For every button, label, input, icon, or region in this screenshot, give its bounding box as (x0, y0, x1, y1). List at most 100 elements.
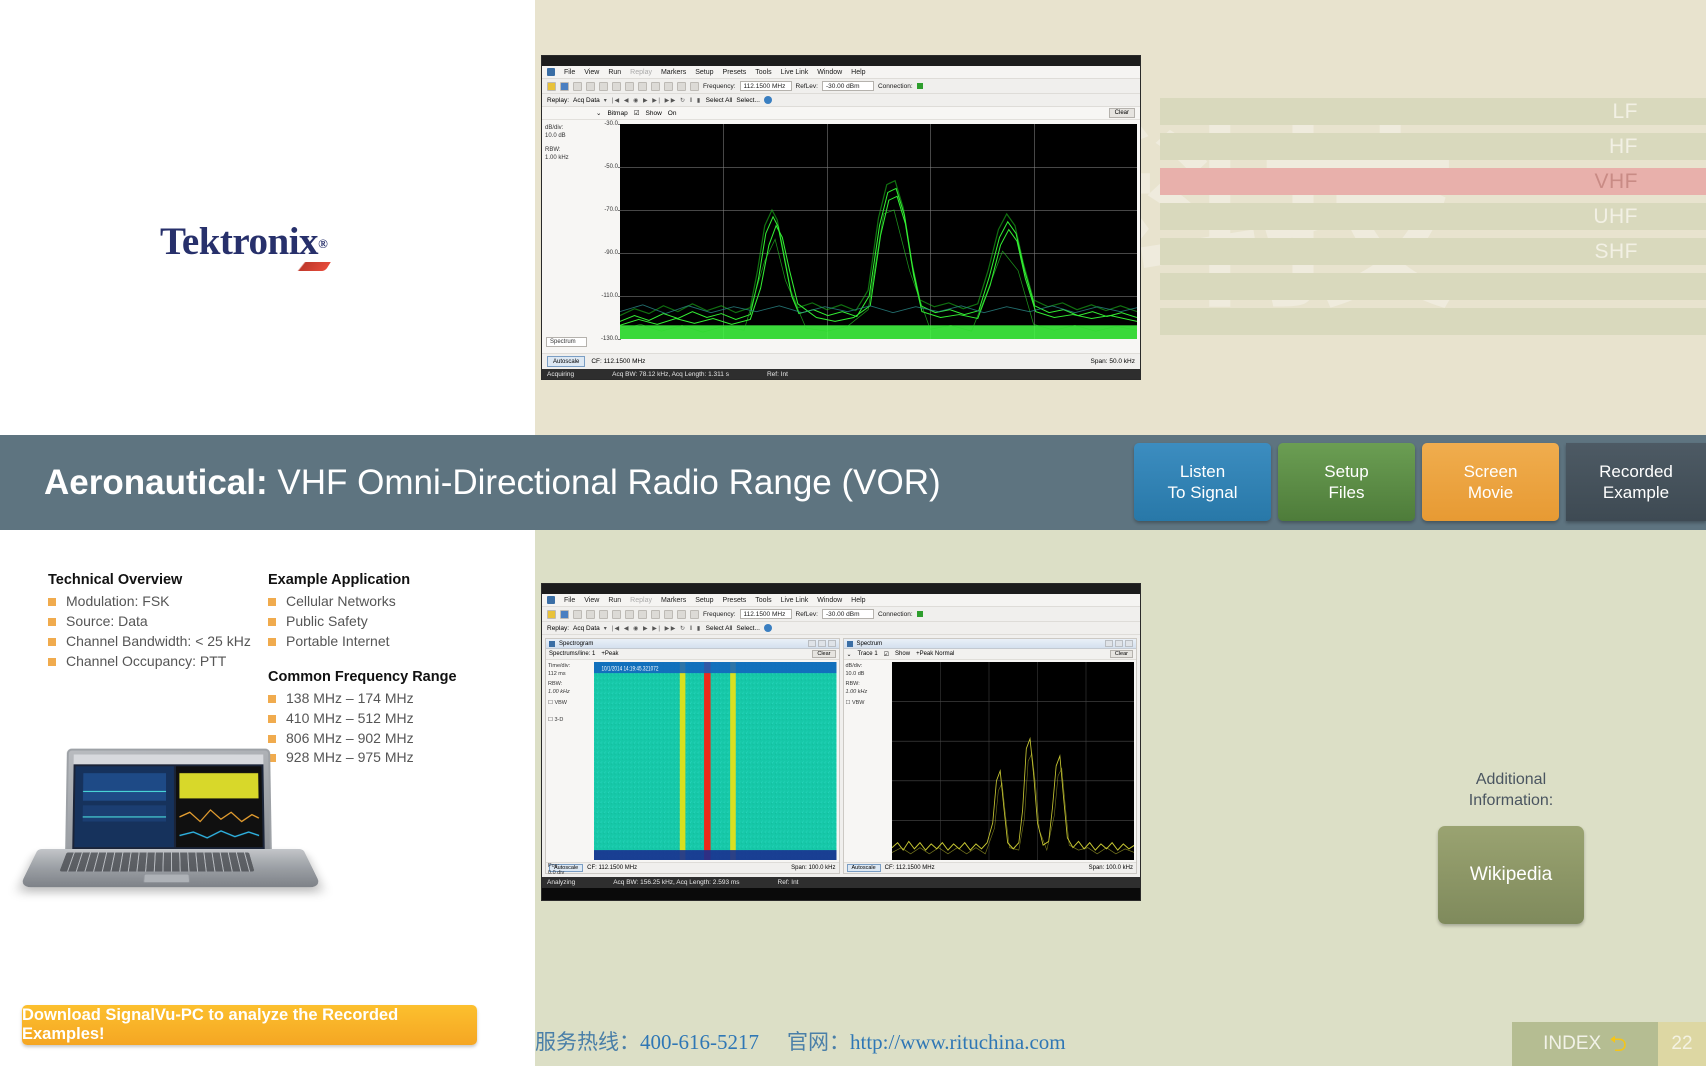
window-controls[interactable] (1105, 640, 1133, 647)
chevron-down-icon[interactable]: ⌄ (847, 651, 852, 658)
settings-gear-icon[interactable] (625, 610, 634, 619)
menu-live-link[interactable]: Live Link (781, 69, 809, 76)
menu-window[interactable]: Window (817, 69, 842, 76)
undo-icon[interactable] (573, 82, 582, 91)
three-d-checkbox[interactable]: ☐ 3-D (548, 717, 590, 725)
open-folder-icon[interactable] (547, 82, 556, 91)
config-icon[interactable] (690, 610, 699, 619)
marker-icon[interactable] (651, 82, 660, 91)
menu-run[interactable]: Run (608, 597, 621, 604)
replay-source[interactable]: Acq Data (573, 97, 600, 104)
clear-button[interactable]: Clear (812, 650, 835, 658)
setup-files-button[interactable]: Setup Files (1278, 443, 1415, 521)
clear-button[interactable]: Clear (1109, 108, 1135, 118)
frequency-field[interactable]: 112.1500 MHz (740, 609, 792, 619)
menu-help[interactable]: Help (851, 597, 865, 604)
band-row-uhf[interactable]: UHF (1160, 203, 1706, 230)
reflev-field[interactable]: -30.00 dBm (822, 609, 874, 619)
menu-replay[interactable]: Replay (630, 597, 652, 604)
vbw-checkbox[interactable]: ☐ VBW (548, 700, 590, 708)
reflev-field[interactable]: -30.00 dBm (822, 81, 874, 91)
link-icon[interactable] (612, 610, 621, 619)
listen-to-signal-button[interactable]: Listen To Signal (1134, 443, 1271, 521)
zoom-icon[interactable] (677, 610, 686, 619)
menu-view[interactable]: View (584, 597, 599, 604)
band-row-vhf[interactable]: VHF (1160, 168, 1706, 195)
frequency-field[interactable]: 112.1500 MHz (740, 81, 792, 91)
trigger-icon[interactable] (638, 610, 647, 619)
open-folder-icon[interactable] (547, 610, 556, 619)
menu-setup[interactable]: Setup (695, 597, 713, 604)
menu-run[interactable]: Run (608, 69, 621, 76)
menu-tools[interactable]: Tools (755, 69, 771, 76)
menu-setup[interactable]: Setup (695, 69, 713, 76)
select-all-button[interactable]: Select All (706, 97, 733, 104)
rbw-value[interactable]: 1.00 kHz (545, 154, 591, 162)
autoscale-button[interactable]: Autoscale (547, 356, 585, 367)
marker-icon[interactable] (651, 610, 660, 619)
menu-markers[interactable]: Markers (661, 597, 686, 604)
website-value[interactable]: http://www.rituchina.com (850, 1030, 1066, 1054)
save-icon[interactable] (560, 610, 569, 619)
peak-icon[interactable] (664, 610, 673, 619)
menu-presets[interactable]: Presets (723, 69, 747, 76)
menu-file[interactable]: File (564, 69, 575, 76)
info-icon[interactable] (764, 96, 772, 104)
spectrogram-canvas[interactable]: 10/1/2014 14:19:45.321072 (594, 662, 837, 860)
select-more-button[interactable]: Select... (736, 625, 759, 632)
screen-movie-button[interactable]: Screen Movie (1422, 443, 1559, 521)
band-row-lf[interactable]: LF (1160, 98, 1706, 125)
select-all-button[interactable]: Select All (706, 625, 733, 632)
peak-icon[interactable] (664, 82, 673, 91)
rbw-value[interactable]: 1.00 kHz (548, 689, 590, 697)
index-button[interactable]: INDEX ⮌ (1512, 1022, 1658, 1066)
show-checkbox[interactable]: ☑ (884, 651, 889, 658)
vbw-checkbox[interactable]: ☐ VBW (846, 700, 888, 708)
menu-markers[interactable]: Markers (661, 69, 686, 76)
view-select-dropdown[interactable]: Spectrum (546, 337, 587, 347)
band-row-hf[interactable]: HF (1160, 133, 1706, 160)
band-row-6[interactable] (1160, 273, 1706, 300)
undo-icon[interactable] (573, 610, 582, 619)
transport-controls-icon[interactable]: ▾ |◀ ◀ ◉ ▶ ▶| ▶▶ ↻ ‖ ▮ (604, 97, 702, 104)
download-banner[interactable]: Download SignalVu-PC to analyze the Reco… (22, 1005, 477, 1045)
redo-icon[interactable] (586, 82, 595, 91)
chevron-down-icon[interactable]: ⌄ (596, 109, 601, 117)
rbw-value[interactable]: 1.00 kHz (846, 689, 888, 697)
band-row-7[interactable] (1160, 308, 1706, 335)
print-icon[interactable] (599, 610, 608, 619)
info-icon[interactable] (764, 624, 772, 632)
menu-live-link[interactable]: Live Link (781, 597, 809, 604)
select-more-button[interactable]: Select... (736, 97, 759, 104)
pos-value[interactable]: 0.0 div (548, 870, 564, 878)
config-icon[interactable] (690, 82, 699, 91)
spectrum-plot-area[interactable] (620, 124, 1137, 339)
save-icon[interactable] (560, 82, 569, 91)
menu-view[interactable]: View (584, 69, 599, 76)
link-icon[interactable] (612, 82, 621, 91)
db-div-value[interactable]: 10.0 dB (545, 132, 591, 140)
recorded-example-button[interactable]: Recorded Example (1566, 443, 1706, 521)
spectrum-canvas[interactable] (892, 662, 1135, 860)
time-div-value[interactable]: 112 ms (548, 671, 590, 679)
settings-gear-icon[interactable] (625, 82, 634, 91)
menu-tools[interactable]: Tools (755, 597, 771, 604)
transport-controls-icon[interactable]: ▾ |◀ ◀ ◉ ▶ ▶| ▶▶ ↻ ‖ ▮ (604, 625, 702, 632)
menu-presets[interactable]: Presets (723, 597, 747, 604)
clear-button[interactable]: Clear (1110, 650, 1133, 658)
menu-window[interactable]: Window (817, 597, 842, 604)
band-row-shf[interactable]: SHF (1160, 238, 1706, 265)
show-checkbox[interactable]: ☑ (634, 109, 640, 117)
window-controls[interactable] (808, 640, 836, 647)
menu-replay[interactable]: Replay (630, 69, 652, 76)
wikipedia-button[interactable]: Wikipedia (1438, 826, 1584, 924)
trigger-icon[interactable] (638, 82, 647, 91)
replay-source[interactable]: Acq Data (573, 625, 600, 632)
trace-selector[interactable]: Trace 1 (858, 651, 878, 657)
zoom-icon[interactable] (677, 82, 686, 91)
menu-help[interactable]: Help (851, 69, 865, 76)
menu-file[interactable]: File (564, 597, 575, 604)
print-icon[interactable] (599, 82, 608, 91)
redo-icon[interactable] (586, 610, 595, 619)
autoscale-button[interactable]: Autoscale (847, 864, 881, 872)
